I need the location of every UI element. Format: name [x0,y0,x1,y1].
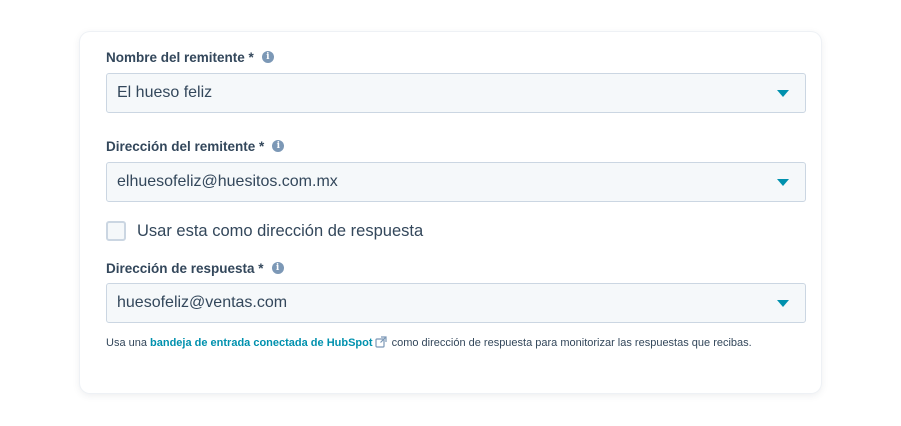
reply-address-label-row: Dirección de respuesta * i [106,259,284,277]
use-as-reply-checkbox[interactable] [106,221,126,241]
reply-address-value: huesofeliz@ventas.com [117,294,288,311]
hubspot-inbox-link[interactable]: bandeja de entrada conectada de HubSpot [150,337,373,349]
external-link-icon[interactable] [374,333,387,357]
chevron-down-icon [777,178,789,186]
chevron-down-icon [777,89,789,97]
reply-help-text: Usa una bandeja de entrada conectada de … [106,331,796,357]
info-icon[interactable]: i [272,140,285,152]
sender-address-label-row: Dirección del remitente * i [106,137,285,155]
reply-address-select[interactable]: huesofeliz@ventas.com [106,283,806,323]
info-icon[interactable]: i [271,262,284,274]
use-as-reply-row: Usar esta como dirección de respuesta [106,220,423,242]
sender-name-select[interactable]: El hueso feliz [106,73,806,113]
sender-name-label: Nombre del remitente * [106,49,254,65]
sender-address-select[interactable]: elhuesofeliz@huesitos.com.mx [106,162,806,202]
sender-address-value: elhuesofeliz@huesitos.com.mx [117,173,338,190]
info-icon[interactable]: i [261,51,274,63]
email-settings-card: Nombre del remitente * i El hueso feliz … [80,32,821,393]
sender-address-label: Dirección del remitente * [106,138,265,154]
chevron-down-icon [777,299,789,307]
help-suffix: como dirección de respuesta para monitor… [388,337,752,349]
use-as-reply-label[interactable]: Usar esta como dirección de respuesta [137,222,423,241]
help-prefix: Usa una [106,337,151,349]
reply-address-label: Dirección de respuesta * [106,260,264,276]
sender-name-label-row: Nombre del remitente * i [106,48,274,66]
sender-name-value: El hueso feliz [117,84,213,101]
